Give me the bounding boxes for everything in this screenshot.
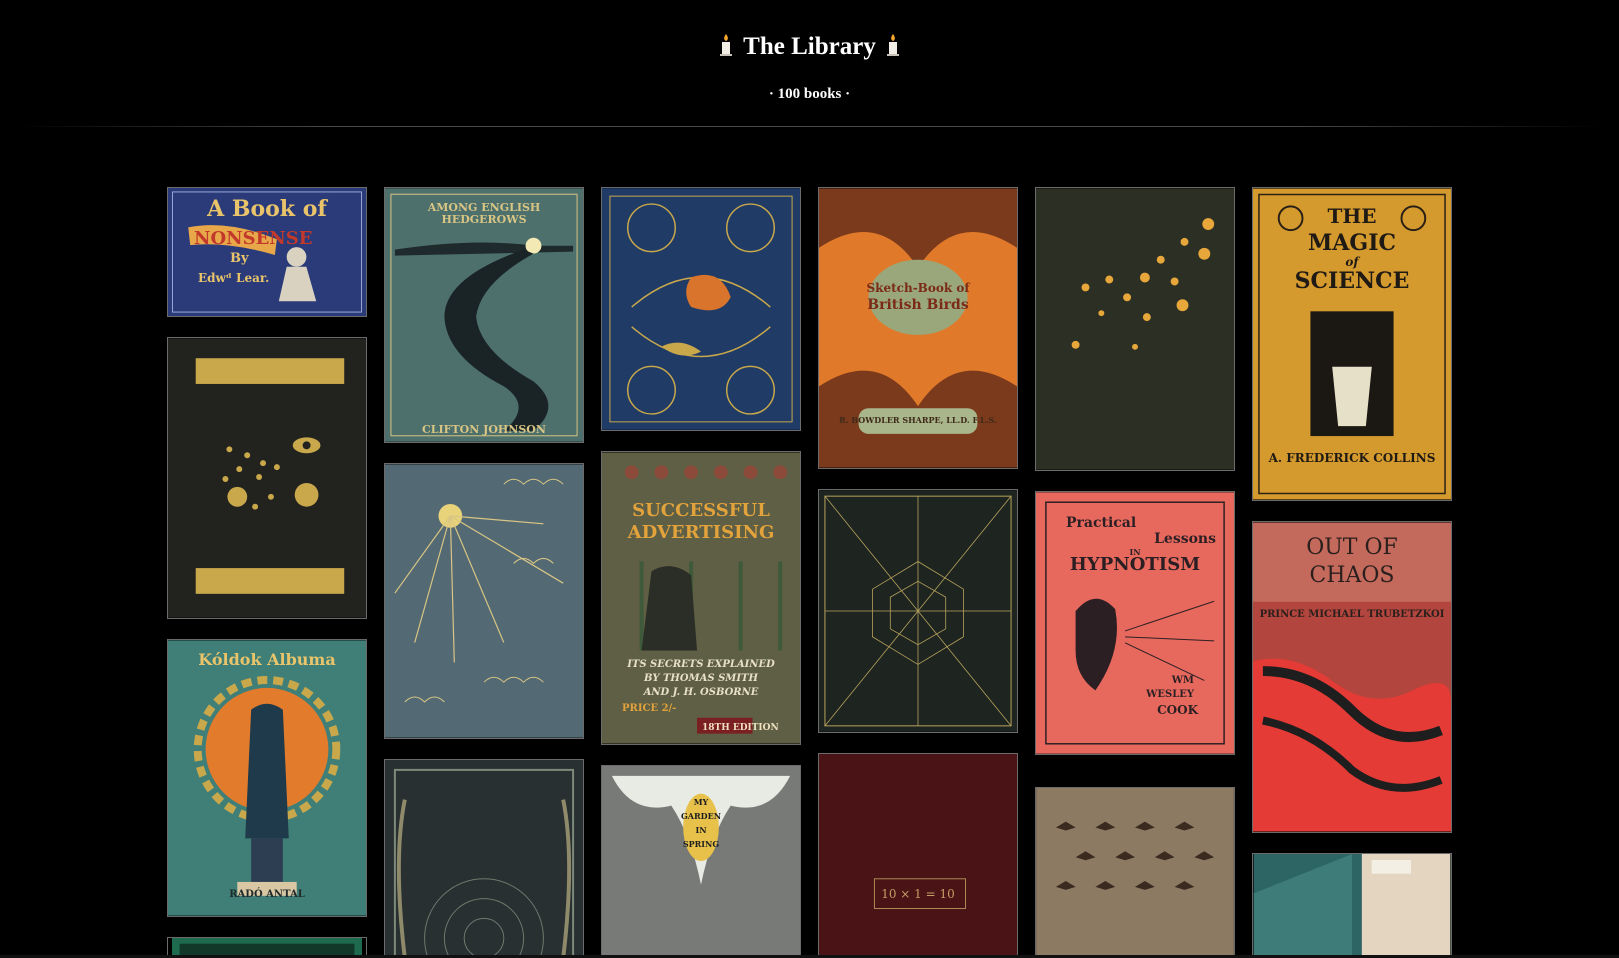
- cover-title: SPRING: [682, 839, 720, 849]
- cover-author: CLIFTON JOHNSON: [422, 423, 546, 436]
- book-count: · 100 books ·: [768, 86, 851, 102]
- cover-title: SUCCESSFUL: [632, 500, 770, 521]
- book-cover-practical-lessons-hypnotism[interactable]: Practical Lessons IN HYPNOTISM WM WESLEY…: [1035, 491, 1235, 755]
- cover-title: Kóldok Albuma: [198, 650, 336, 669]
- cover-title: SCIENCE: [1294, 268, 1410, 294]
- cover-title: ADVERTISING: [627, 522, 775, 543]
- cover-title: CHAOS: [1309, 563, 1395, 588]
- header-divider: [16, 126, 1603, 127]
- page-title: The Library: [0, 33, 1619, 61]
- cover-art: [1036, 788, 1234, 958]
- cover-art: [168, 640, 366, 916]
- book-cover-japanese-pattern[interactable]: [1252, 853, 1452, 958]
- book-cover-my-garden-in-spring[interactable]: MY GARDEN IN SPRING: [601, 765, 801, 958]
- book-cover-spider-web-dark[interactable]: [384, 759, 584, 958]
- book-cover-magic-of-science[interactable]: THE MAGIC of SCIENCE A. FREDERICK COLLIN…: [1252, 187, 1452, 501]
- cover-art: [168, 338, 366, 618]
- cover-art: [602, 452, 800, 744]
- cover-title: Practical: [1066, 515, 1137, 531]
- book-cover-blue-fish[interactable]: [601, 187, 801, 431]
- book-cover-koldok-albuma[interactable]: Kóldok Albuma RADÓ ANTAL: [167, 639, 367, 917]
- book-cover-sketch-book-british-birds[interactable]: Sketch-Book of British Birds R. BOWDLER …: [818, 187, 1018, 469]
- cover-author: A. FREDERICK COLLINS: [1268, 451, 1436, 465]
- cover-art: [385, 464, 583, 738]
- cover-title: AMONG ENGLISH HEDGEROWS: [427, 201, 541, 226]
- page-title-text: The Library: [743, 33, 876, 60]
- cover-author: COOK: [1157, 703, 1198, 717]
- candle-icon: [720, 34, 733, 56]
- candle-icon: [886, 34, 899, 56]
- cover-title: Lessons: [1154, 531, 1216, 547]
- cover-art: [819, 490, 1017, 732]
- book-cover-ten-times-one[interactable]: 10 × 1 = 10: [818, 753, 1018, 958]
- cover-art: [385, 188, 583, 442]
- cover-title: OUT OF: [1306, 535, 1398, 560]
- cover-title: HYPNOTISM: [1069, 554, 1201, 575]
- cover-title: IN: [695, 825, 707, 835]
- cover-author: BY THOMAS SMITH: [644, 673, 758, 684]
- cover-title: NONSENSE: [194, 228, 313, 249]
- cover-art: [602, 188, 800, 430]
- book-grid: A Book of NONSENSE By Edwᵈ Lear. Kóldok …: [167, 187, 1453, 958]
- cover-title: MY: [693, 797, 709, 807]
- cover-price: PRICE 2/-: [622, 703, 677, 714]
- cover-art: [1036, 188, 1234, 470]
- cover-art: [1253, 854, 1451, 958]
- library-header: The Library · 100 books ·: [0, 0, 1619, 128]
- cover-title: A Book of: [207, 196, 327, 222]
- cover-author: Edwᵈ Lear.: [198, 271, 270, 285]
- cover-edition: 18TH EDITION: [702, 723, 779, 733]
- cover-title: Sketch-Book of: [866, 281, 970, 295]
- cover-author: WESLEY: [1146, 689, 1194, 700]
- cover-art: [819, 188, 1017, 468]
- cover-title: of: [1345, 255, 1359, 269]
- cover-title: GARDEN: [680, 811, 722, 821]
- cover-author: R. BOWDLER SHARPE, LL.D. F.L.S.: [839, 415, 997, 425]
- cover-title: MAGIC: [1307, 230, 1396, 256]
- book-cover-out-of-chaos[interactable]: OUT OF CHAOS PRINCE MICHAEL TRUBETZKOI: [1252, 521, 1452, 833]
- cover-title: THE: [1327, 204, 1377, 228]
- cover-subtitle: ITS SECRETS EXPLAINED: [627, 659, 775, 670]
- book-cover-gold-stars[interactable]: [1035, 187, 1235, 471]
- cover-author: RADÓ ANTAL: [229, 889, 305, 900]
- cover-title: British Birds: [867, 297, 969, 313]
- book-cover-celestial-symbols[interactable]: [167, 337, 367, 619]
- book-cover-sun-and-clouds[interactable]: [384, 463, 584, 739]
- cover-title: 10 × 1 = 10: [881, 887, 955, 901]
- cover-author: PRINCE MICHAEL TRUBETZKOI: [1259, 609, 1445, 620]
- cover-art: [602, 766, 800, 958]
- book-cover-spider-web-stars[interactable]: [818, 489, 1018, 733]
- cover-author: WM: [1171, 675, 1194, 686]
- book-cover-successful-advertising[interactable]: SUCCESSFUL ADVERTISING ITS SECRETS EXPLA…: [601, 451, 801, 745]
- cover-author: AND J. H. OSBORNE: [643, 687, 759, 698]
- cover-art: [385, 760, 583, 958]
- cover-art: [819, 754, 1017, 958]
- book-cover-among-english-hedgerows[interactable]: AMONG ENGLISH HEDGEROWS CLIFTON JOHNSON: [384, 187, 584, 443]
- book-cover-a-book-of-nonsense[interactable]: A Book of NONSENSE By Edwᵈ Lear.: [167, 187, 367, 317]
- book-cover-bats[interactable]: [1035, 787, 1235, 958]
- cover-text: By: [230, 251, 249, 266]
